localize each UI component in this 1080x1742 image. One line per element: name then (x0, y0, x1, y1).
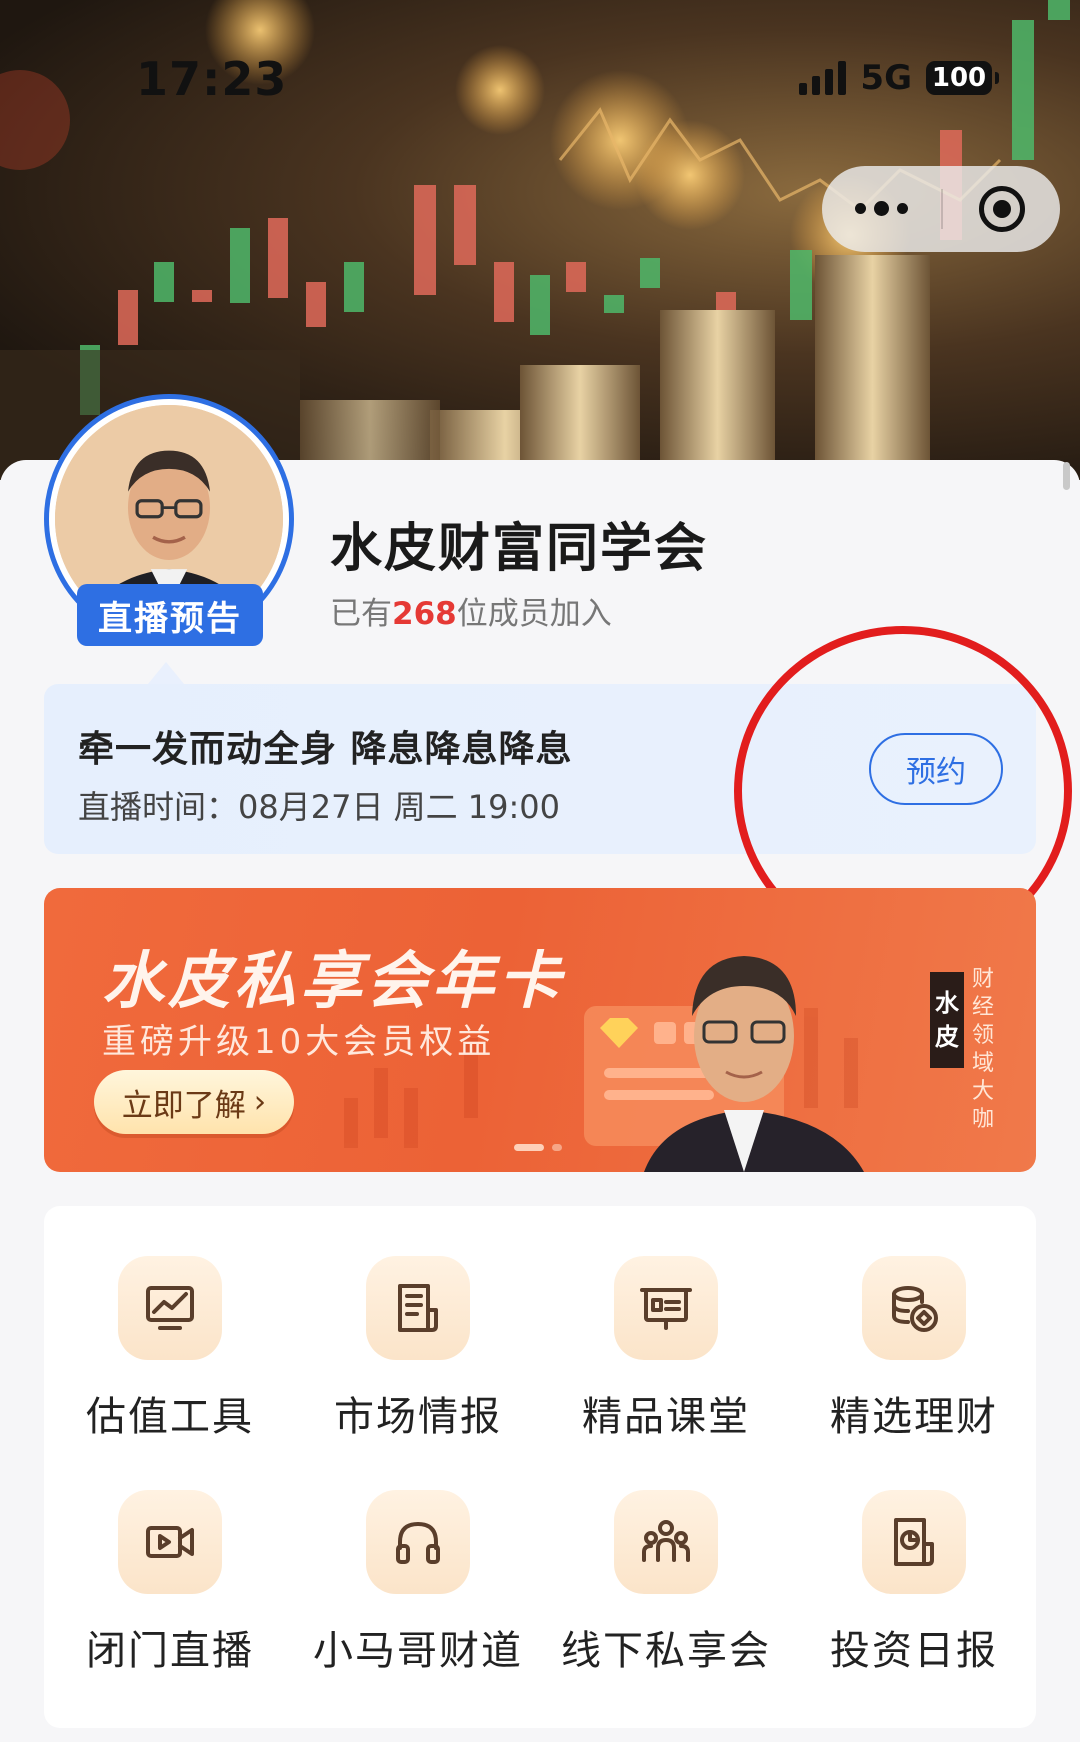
group-icon (614, 1490, 718, 1594)
host-field-char: 财 (971, 967, 994, 992)
status-indicators: 5G 100 (799, 58, 999, 98)
member-prefix: 已有 (330, 596, 392, 632)
grid-label: 精选理财 (830, 1394, 998, 1440)
learn-more-button[interactable]: 立即了解 › (94, 1070, 294, 1134)
feature-grid: 估值工具 市场情报 精品课堂 精选理财 闭门直播 小马哥财道 线下私享会 投资日… (44, 1206, 1036, 1728)
miniprogram-capsule (822, 166, 1060, 252)
coins-icon (862, 1256, 966, 1360)
live-time-label: 直播时间： (78, 788, 239, 826)
report-icon (862, 1490, 966, 1594)
host-name-char: 皮 (935, 1023, 959, 1051)
grid-label: 线下私享会 (561, 1628, 771, 1674)
more-menu-icon[interactable] (822, 200, 941, 216)
grid-label: 投资日报 (830, 1628, 998, 1674)
status-time: 17:23 (136, 52, 288, 106)
banner-title: 水皮私享会年卡 (102, 944, 565, 1017)
grid-item-investment-daily[interactable]: 投资日报 (802, 1490, 1022, 1690)
host-field-char: 经 (971, 995, 994, 1020)
grid-item-offline-meetup[interactable]: 线下私享会 (554, 1490, 774, 1690)
grid-label: 市场情报 (334, 1394, 502, 1440)
host-name-tag: 水 皮 (930, 972, 964, 1068)
grid-item-xiaomage[interactable]: 小马哥财道 (306, 1490, 526, 1690)
grid-label: 精品课堂 (582, 1394, 750, 1440)
network-type: 5G (860, 58, 912, 98)
chevron-right-icon: › (253, 1084, 267, 1120)
learn-more-label: 立即了解 (121, 1087, 246, 1124)
host-field-char: 领 (971, 1023, 994, 1048)
live-time-value: 08月27日 周二 19:00 (238, 788, 561, 826)
live-time-text: 直播时间：08月27日 周二 19:00 (78, 782, 560, 828)
host-field-char: 咖 (971, 1107, 994, 1132)
member-suffix: 位成员加入 (456, 596, 612, 632)
host-field-char: 大 (971, 1079, 994, 1104)
close-miniprogram-button[interactable] (943, 186, 1060, 232)
group-title: 水皮财富同学会 (330, 519, 709, 579)
grid-item-market-intel[interactable]: 市场情报 (306, 1256, 526, 1456)
grid-item-valuation-tool[interactable]: 估值工具 (58, 1256, 278, 1456)
host-name-char: 水 (935, 989, 959, 1017)
live-topic-title: 牵一发而动全身 降息降息降息 (78, 729, 573, 770)
document-icon (366, 1256, 470, 1360)
grid-label: 估值工具 (86, 1394, 254, 1440)
host-field-char: 域 (971, 1051, 994, 1076)
battery-icon: 100 (926, 61, 999, 95)
headphones-icon (366, 1490, 470, 1594)
notice-pointer (148, 662, 184, 684)
chart-trend-icon (118, 1256, 222, 1360)
grid-item-closed-live[interactable]: 闭门直播 (58, 1490, 278, 1690)
live-preview-tag: 直播预告 (77, 584, 263, 646)
member-count-text: 已有268位成员加入 (330, 588, 612, 633)
annual-card-banner[interactable]: 水皮私享会年卡 重磅升级10大会员权益 立即了解 › 水 皮 财 经 领 域 大… (44, 888, 1036, 1172)
cellular-signal-icon (799, 61, 847, 95)
grid-label: 闭门直播 (86, 1628, 254, 1674)
grid-item-selected-wealth[interactable]: 精选理财 (802, 1256, 1022, 1456)
scrollbar[interactable] (1063, 462, 1070, 490)
grid-item-premium-class[interactable]: 精品课堂 (554, 1256, 774, 1456)
presentation-icon (614, 1256, 718, 1360)
target-circle-icon (978, 186, 1025, 232)
video-camera-icon (118, 1490, 222, 1594)
host-field-text: 财 经 领 域 大 咖 (966, 966, 1000, 1134)
carousel-indicator (514, 1144, 562, 1151)
member-count: 268 (392, 596, 457, 632)
battery-level: 100 (931, 63, 987, 93)
grid-label: 小马哥财道 (313, 1628, 523, 1674)
banner-subtitle: 重磅升级10大会员权益 (102, 1022, 496, 1062)
